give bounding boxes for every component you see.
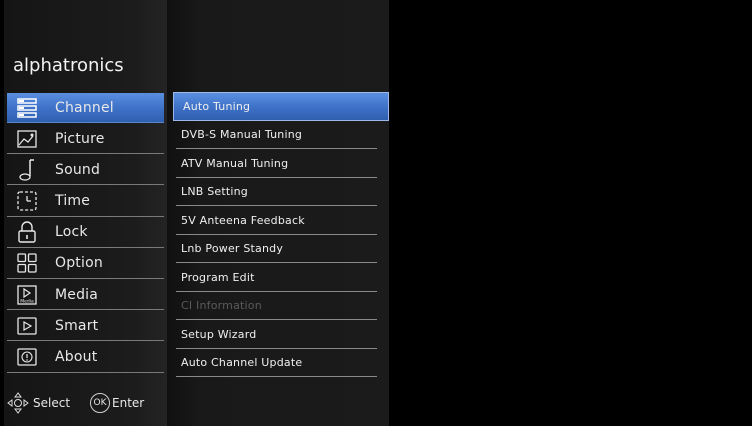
- play-icon: [16, 315, 38, 337]
- menu-item-smart[interactable]: Smart: [7, 311, 164, 342]
- media-icon: Media: [16, 284, 38, 306]
- info-icon: [16, 346, 38, 368]
- grid-icon: [16, 252, 38, 274]
- submenu-item-ci-information: CI Information: [172, 292, 389, 321]
- tv-screen: alphatronics Channel Picture Sound Time …: [0, 0, 752, 426]
- menu-item-about[interactable]: About: [7, 343, 164, 373]
- submenu-item-setup-wizard[interactable]: Setup Wizard: [172, 320, 389, 349]
- ok-button-icon: OK: [90, 393, 111, 413]
- main-menu: Channel Picture Sound Time Lock Option M…: [7, 93, 164, 374]
- picture-icon: [16, 128, 38, 150]
- menu-item-label: Picture: [55, 130, 105, 147]
- submenu-item-lnb-power-standby[interactable]: Lnb Power Standy: [172, 235, 389, 264]
- menu-item-picture[interactable]: Picture: [7, 124, 164, 155]
- submenu-item-auto-tuning[interactable]: Auto Tuning: [173, 92, 389, 121]
- menu-item-label: Time: [55, 193, 91, 210]
- enter-hint-label: Enter: [112, 396, 145, 410]
- menu-item-label: Lock: [55, 224, 88, 241]
- menu-item-channel[interactable]: Channel: [7, 93, 164, 123]
- submenu: Auto Tuning DVB-S Manual Tuning ATV Manu…: [172, 92, 389, 377]
- media-icon-text: Media: [20, 298, 34, 304]
- submenu-item-auto-channel-update[interactable]: Auto Channel Update: [172, 349, 389, 378]
- menu-item-label: About: [55, 349, 98, 365]
- submenu-item-atv-manual-tuning[interactable]: ATV Manual Tuning: [172, 149, 389, 178]
- lock-icon: [16, 221, 38, 243]
- navigation-arrows-icon: [7, 392, 29, 414]
- menu-item-lock[interactable]: Lock: [7, 218, 164, 248]
- menu-item-option[interactable]: Option: [7, 249, 164, 279]
- brand-logo: alphatronics: [13, 55, 124, 76]
- submenu-item-program-edit[interactable]: Program Edit: [172, 263, 389, 292]
- menu-item-label: Channel: [55, 99, 114, 116]
- submenu-item-5v-antenna-feedback[interactable]: 5V Anteena Feedback: [172, 206, 389, 235]
- submenu-item-dvbs-manual-tuning[interactable]: DVB-S Manual Tuning: [172, 121, 389, 150]
- menu-item-label: Option: [55, 255, 103, 272]
- music-note-icon: [16, 159, 38, 181]
- menu-item-sound[interactable]: Sound: [7, 155, 164, 186]
- menu-item-media[interactable]: Media Media: [7, 280, 164, 311]
- select-hint-label: Select: [33, 396, 71, 410]
- time-icon: [16, 190, 38, 212]
- menu-item-label: Media: [55, 286, 99, 303]
- channel-list-icon: [16, 97, 38, 119]
- menu-item-time[interactable]: Time: [7, 187, 164, 217]
- menu-item-label: Sound: [55, 161, 101, 178]
- footer-hints: Select OK Enter: [7, 392, 144, 414]
- submenu-item-lnb-setting[interactable]: LNB Setting: [172, 178, 389, 207]
- menu-item-label: Smart: [55, 317, 99, 334]
